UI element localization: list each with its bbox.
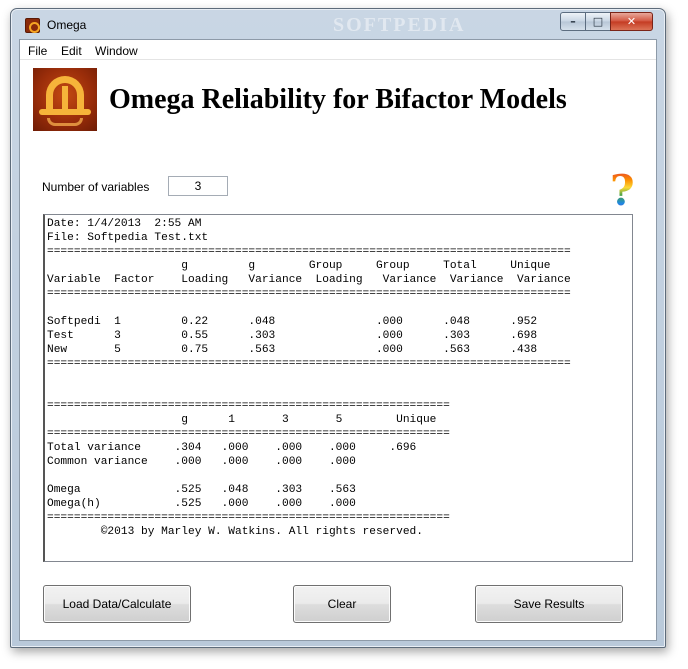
client-area: File Edit Window Omega Reliability for B… [19, 39, 657, 641]
close-button[interactable]: ✕ [610, 12, 653, 31]
omega-logo-icon [33, 68, 97, 131]
app-window: Omega SOFTPEDIA – □ ✕ File Edit Window O… [10, 8, 666, 648]
title-bar[interactable]: Omega SOFTPEDIA – □ ✕ [11, 9, 665, 39]
page-title: Omega Reliability for Bifactor Models [109, 84, 567, 115]
menu-file[interactable]: File [28, 44, 47, 58]
load-data-calculate-button[interactable]: Load Data/Calculate [43, 585, 191, 623]
minimize-button[interactable]: – [560, 12, 586, 31]
softpedia-watermark: SOFTPEDIA [333, 14, 466, 36]
maximize-button[interactable]: □ [585, 12, 611, 31]
question-mark-icon[interactable]: ? [610, 170, 636, 214]
window-title: Omega [47, 18, 87, 32]
menu-window[interactable]: Window [95, 44, 138, 58]
number-of-variables-label: Number of variables [42, 180, 150, 194]
number-of-variables-input[interactable]: 3 [168, 176, 228, 196]
menu-edit[interactable]: Edit [61, 44, 82, 58]
clear-button[interactable]: Clear [293, 585, 391, 623]
results-text: Date: 1/4/2013 2:55 AM File: Softpedia T… [47, 218, 571, 538]
save-results-button[interactable]: Save Results [475, 585, 623, 623]
results-output-area[interactable]: Date: 1/4/2013 2:55 AM File: Softpedia T… [43, 214, 633, 562]
menu-bar: File Edit Window [20, 40, 656, 60]
app-icon[interactable] [25, 18, 40, 33]
